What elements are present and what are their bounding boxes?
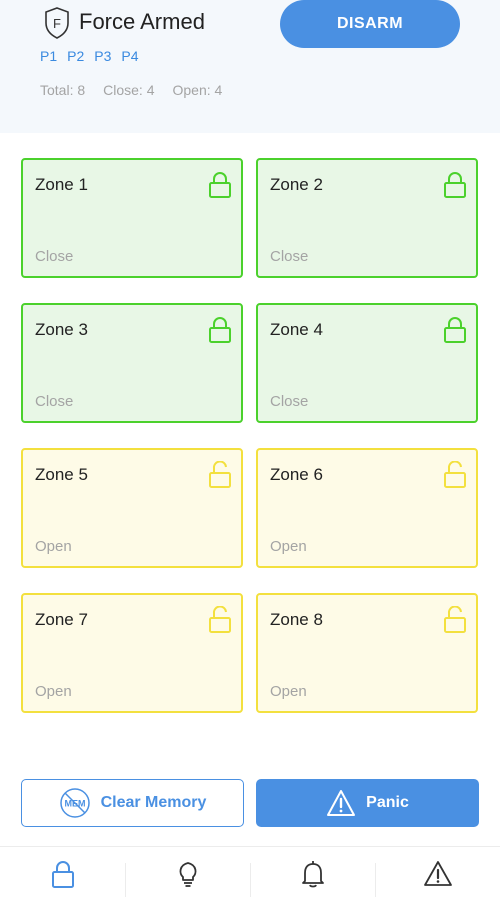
nav-item-security[interactable] <box>0 847 125 900</box>
zone-state: Open <box>35 538 72 555</box>
memory-icon: MEM <box>59 788 90 818</box>
lock-closed-icon <box>444 172 466 198</box>
partition-p2[interactable]: P2 <box>67 48 84 64</box>
partition-p4[interactable]: P4 <box>121 48 138 64</box>
zone-counts: Total: 8 Close: 4 Open: 4 <box>40 82 222 98</box>
partition-list: P1 P2 P3 P4 <box>40 48 139 64</box>
zone-name: Zone 1 <box>35 175 88 194</box>
zone-name: Zone 3 <box>35 320 88 339</box>
partition-p1[interactable]: P1 <box>40 48 57 64</box>
zone-name: Zone 7 <box>35 610 88 629</box>
lock-closed-icon <box>209 317 231 343</box>
shield-letter: F <box>53 16 61 31</box>
lock-closed-icon <box>444 317 466 343</box>
nav-item-alarms[interactable] <box>375 847 500 900</box>
zone-card-4[interactable]: Zone 4 Close <box>256 303 478 423</box>
lock-open-icon <box>444 461 466 488</box>
nav-item-automation[interactable] <box>125 847 250 900</box>
zone-state: Close <box>35 393 74 410</box>
clear-memory-button[interactable]: MEM Clear Memory <box>21 779 244 827</box>
zone-state: Close <box>270 393 309 410</box>
warning-icon <box>327 790 356 816</box>
zone-state: Open <box>270 683 307 700</box>
total-count: Total: 8 <box>40 82 86 98</box>
zone-card-5[interactable]: Zone 5 Open <box>21 448 243 568</box>
bottom-nav <box>0 846 500 900</box>
zone-card-7[interactable]: Zone 7 Open <box>21 593 243 713</box>
zone-card-3[interactable]: Zone 3 Close <box>21 303 243 423</box>
open-count: Open: 4 <box>172 82 223 98</box>
zone-name: Zone 5 <box>35 465 88 484</box>
partition-p3[interactable]: P3 <box>94 48 111 64</box>
panic-button[interactable]: Panic <box>256 779 479 827</box>
status-header: F Force Armed P1 P2 P3 P4 Total: 8 Close… <box>0 0 500 133</box>
bell-icon <box>301 860 324 887</box>
bulb-icon <box>179 861 196 887</box>
zone-card-2[interactable]: Zone 2 Close <box>256 158 478 278</box>
disarm-button[interactable]: DISARM <box>280 0 460 48</box>
lock-open-icon <box>209 461 231 488</box>
zone-card-8[interactable]: Zone 8 Open <box>256 593 478 713</box>
zone-name: Zone 6 <box>270 465 323 484</box>
nav-item-notifications[interactable] <box>250 847 375 900</box>
zone-state: Close <box>35 248 74 265</box>
mem-icon-text: MEM <box>64 799 85 809</box>
lock-closed-icon <box>209 172 231 198</box>
shield-icon: F <box>45 7 69 39</box>
lock-open-icon <box>444 606 466 633</box>
clear-memory-label: Clear Memory <box>100 794 207 811</box>
zone-state: Open <box>270 538 307 555</box>
zone-name: Zone 4 <box>270 320 323 339</box>
zone-name: Zone 2 <box>270 175 323 194</box>
zone-card-1[interactable]: Zone 1 Close <box>21 158 243 278</box>
warning-icon <box>423 860 452 886</box>
arm-status-title: Force Armed <box>79 9 205 34</box>
lock-icon <box>51 860 74 888</box>
zone-card-6[interactable]: Zone 6 Open <box>256 448 478 568</box>
zone-state: Close <box>270 248 309 265</box>
zone-name: Zone 8 <box>270 610 323 629</box>
lock-open-icon <box>209 606 231 633</box>
close-count: Close: 4 <box>103 82 155 98</box>
zone-state: Open <box>35 683 72 700</box>
panic-label: Panic <box>366 794 409 811</box>
